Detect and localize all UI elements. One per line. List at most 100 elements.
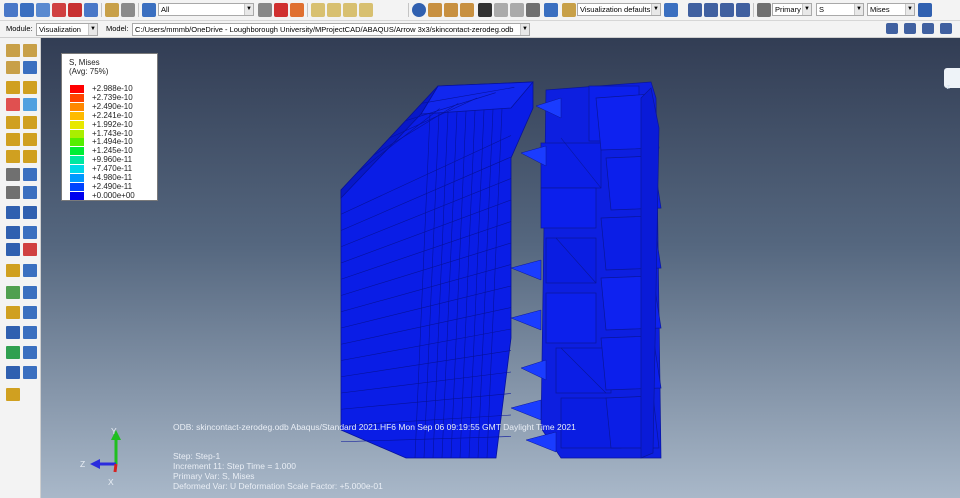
display-group-manager-icon[interactable] <box>6 286 20 299</box>
first-frame-icon[interactable] <box>688 3 702 17</box>
zoom-icon[interactable] <box>52 3 66 17</box>
animate-options-icon[interactable] <box>23 150 37 163</box>
view-defaults-select[interactable]: Visualization defaults ▼ <box>577 3 661 16</box>
move-icon[interactable] <box>4 3 18 17</box>
free-body-icon[interactable] <box>6 264 20 277</box>
chevron-down-icon: ▼ <box>244 4 253 15</box>
side-view-icon[interactable] <box>359 3 373 17</box>
odb-info-line: ODB: skincontact-zerodeg.odb Abaqus/Stan… <box>173 422 576 432</box>
select-box-icon[interactable] <box>258 3 272 17</box>
animate-icon[interactable] <box>6 150 20 163</box>
legend-level: +1.992e-10 <box>70 119 155 129</box>
plot-deformed-icon[interactable] <box>23 44 37 57</box>
hidden-line-icon[interactable] <box>460 3 474 17</box>
plot-undeformed-icon[interactable] <box>6 44 20 57</box>
legend-swatch <box>70 129 84 138</box>
rotate-icon[interactable] <box>20 3 34 17</box>
undo-icon[interactable] <box>494 3 508 17</box>
material-options-icon[interactable] <box>23 116 37 129</box>
create-display-icon[interactable] <box>6 326 20 339</box>
display-group-options-icon[interactable] <box>23 286 37 299</box>
measure-icon[interactable] <box>6 388 20 401</box>
selection-filter-select[interactable]: All ▼ <box>158 3 254 16</box>
chevron-down-icon: ▼ <box>651 4 660 15</box>
legend-value: +2.490e-10 <box>92 101 133 111</box>
palette-icon[interactable] <box>562 3 576 17</box>
plot-material-orientation-icon[interactable] <box>6 81 20 94</box>
auto-fit-icon[interactable] <box>84 3 98 17</box>
legend-level: +2.988e-10 <box>70 84 155 93</box>
display-group-icon[interactable] <box>23 264 37 277</box>
plot-symbols-icon[interactable] <box>23 61 37 74</box>
path-icon[interactable] <box>6 243 20 256</box>
color-code-icon[interactable] <box>664 3 678 17</box>
view-cut-icon[interactable] <box>6 206 20 219</box>
query-arrow-icon[interactable] <box>478 3 492 17</box>
prev-step-icon[interactable] <box>904 23 916 34</box>
highlight-icon[interactable] <box>290 3 304 17</box>
pick-icon[interactable] <box>274 3 288 17</box>
display-list-icon[interactable] <box>23 326 37 339</box>
module-select[interactable]: Visualization ▼ <box>36 23 98 36</box>
legend-level: +7.470e-11 <box>70 164 155 174</box>
frame-selector-icon[interactable] <box>23 168 37 181</box>
xy-data-icon[interactable] <box>6 186 20 199</box>
grid-icon[interactable] <box>526 3 540 17</box>
report-field-icon[interactable] <box>6 226 20 239</box>
feature-icon[interactable] <box>6 366 20 379</box>
legend-value: +1.992e-10 <box>92 119 133 129</box>
deformed-options-icon[interactable] <box>23 98 37 111</box>
allow-multiple-plots-icon[interactable] <box>23 81 37 94</box>
first-step-icon[interactable] <box>886 23 898 34</box>
contour-options-icon[interactable] <box>6 98 20 111</box>
legend-value: +1.743e-10 <box>92 128 133 138</box>
replace-icon[interactable] <box>23 306 37 319</box>
iso-view-icon[interactable] <box>311 3 325 17</box>
box-zoom-icon[interactable] <box>68 3 82 17</box>
legend-level: +2.490e-11 <box>70 182 155 191</box>
view-manager-icon[interactable] <box>23 346 37 359</box>
time-history-icon[interactable] <box>6 168 20 181</box>
view-cut-manager-icon[interactable] <box>23 206 37 219</box>
color-code-tool-icon[interactable] <box>6 306 20 319</box>
view-triad-right-z: z <box>946 84 951 91</box>
feature-manager-icon[interactable] <box>23 366 37 379</box>
front-view-icon[interactable] <box>327 3 341 17</box>
select-arrow-icon[interactable] <box>142 3 156 17</box>
legend-swatch <box>70 165 84 174</box>
field-output-icon[interactable] <box>757 3 771 17</box>
refresh-icon[interactable] <box>918 3 932 17</box>
superimpose-options-icon[interactable] <box>23 133 37 146</box>
pan-icon[interactable] <box>36 3 50 17</box>
legend-level: +2.739e-10 <box>70 92 155 102</box>
last-step-icon[interactable] <box>940 23 952 34</box>
redo-icon[interactable] <box>510 3 524 17</box>
legend-level: +1.494e-10 <box>70 137 155 147</box>
legend-level: +0.000e+00 <box>70 191 155 200</box>
save-view-icon[interactable] <box>105 3 119 17</box>
last-frame-icon[interactable] <box>736 3 750 17</box>
variable-select[interactable]: S ▼ <box>816 3 864 16</box>
table-icon[interactable] <box>544 3 558 17</box>
path-plot-icon[interactable] <box>23 243 37 256</box>
common-options-icon[interactable] <box>6 133 20 146</box>
legend-swatch <box>70 102 84 111</box>
next-step-icon[interactable] <box>922 23 934 34</box>
model-select[interactable]: C:/Users/mmmb/OneDrive - Loughborough Un… <box>132 23 530 36</box>
legend-value: +2.739e-10 <box>92 92 133 102</box>
invariant-select[interactable]: Mises ▼ <box>867 3 915 16</box>
symbol-options-icon[interactable] <box>6 116 20 129</box>
plot-contours-icon[interactable] <box>6 61 20 74</box>
report-manager-icon[interactable] <box>23 226 37 239</box>
prev-frame-icon[interactable] <box>704 3 718 17</box>
xy-data-manager-icon[interactable] <box>23 186 37 199</box>
top-view-icon[interactable] <box>343 3 357 17</box>
views-icon[interactable] <box>6 346 20 359</box>
info-icon[interactable] <box>412 3 426 17</box>
shaded-icon[interactable] <box>444 3 458 17</box>
print-icon[interactable] <box>121 3 135 17</box>
primary-select[interactable]: Primary ▼ <box>772 3 812 16</box>
render-style-icon[interactable] <box>428 3 442 17</box>
next-frame-icon[interactable] <box>720 3 734 17</box>
module-label: Module: <box>6 24 33 33</box>
